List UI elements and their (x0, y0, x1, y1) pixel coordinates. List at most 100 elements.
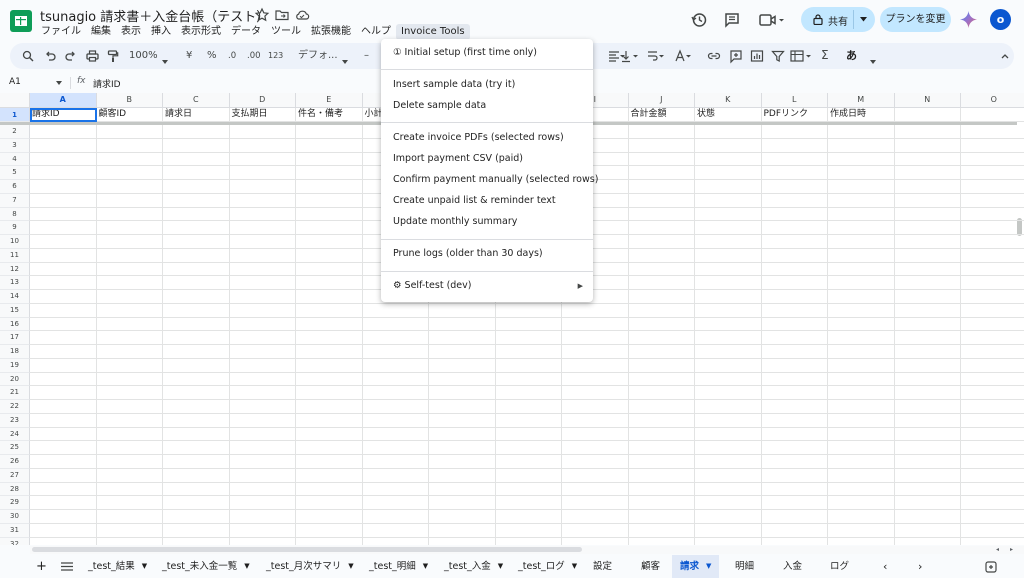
menu-edit[interactable]: 編集 (86, 24, 116, 40)
cell-a18[interactable] (30, 345, 97, 359)
cell-m10[interactable] (828, 235, 895, 249)
cell-d13[interactable] (229, 276, 296, 290)
comments-icon[interactable] (723, 11, 741, 29)
cell-g19[interactable] (429, 358, 496, 373)
cell-i26[interactable] (562, 455, 629, 469)
all-sheets-icon[interactable] (61, 562, 73, 571)
cell-j10[interactable] (628, 235, 695, 249)
cell-d32[interactable] (230, 537, 296, 545)
scroll-tabs-right-icon[interactable]: › (918, 555, 922, 578)
name-box[interactable]: A1 (9, 77, 21, 87)
cell-b13[interactable] (96, 276, 163, 290)
paint-format-icon[interactable] (107, 48, 119, 64)
cell-o8[interactable] (961, 208, 1024, 222)
cell-g22[interactable] (429, 400, 496, 414)
cell-d22[interactable] (229, 400, 296, 414)
cell-b32[interactable] (97, 537, 163, 545)
cell-b19[interactable] (96, 358, 163, 373)
sheet-tab[interactable]: 設定 (593, 555, 612, 578)
cell-l7[interactable] (761, 193, 828, 208)
cell-g23[interactable] (429, 413, 496, 428)
cell-j19[interactable] (628, 358, 695, 373)
cell-b11[interactable] (96, 248, 163, 263)
cell-d12[interactable] (229, 262, 296, 277)
cell-c8[interactable] (163, 207, 230, 222)
cell-k12[interactable] (695, 262, 762, 277)
cell-e3[interactable] (296, 138, 363, 153)
cell-n22[interactable] (894, 400, 961, 414)
cell-a26[interactable] (30, 455, 97, 469)
cell-g16[interactable] (429, 317, 496, 332)
cell-l11[interactable] (761, 248, 828, 263)
cell-m12[interactable] (828, 262, 895, 277)
cell-d25[interactable] (229, 441, 296, 455)
cell-n29[interactable] (894, 496, 961, 510)
cell-o14[interactable] (961, 290, 1024, 304)
cell-k15[interactable] (695, 303, 762, 318)
cell-n3[interactable] (894, 138, 961, 153)
cell-a24[interactable] (30, 427, 97, 442)
cell-b14[interactable] (96, 290, 163, 304)
row-header[interactable]: 29 (0, 496, 30, 510)
cell-o10[interactable] (961, 235, 1024, 249)
sheet-tab-menu-icon[interactable]: ▼ (572, 555, 577, 578)
cell-c20[interactable] (163, 372, 230, 387)
share-button[interactable]: 共有 (801, 7, 875, 32)
cell-m6[interactable] (828, 180, 895, 194)
cell-m27[interactable] (828, 468, 895, 483)
cell-m5[interactable] (828, 166, 895, 180)
cell-o25[interactable] (961, 441, 1024, 455)
cell-c22[interactable] (163, 400, 230, 414)
cell-e24[interactable] (296, 427, 363, 442)
row-header[interactable]: 24 (0, 427, 30, 442)
filter-views-icon[interactable] (790, 48, 812, 64)
sheet-tab[interactable]: _test_明細 ▼ (369, 555, 428, 578)
cell-d7[interactable] (229, 193, 296, 208)
cell-e2[interactable] (296, 125, 363, 139)
insert-chart-icon[interactable] (750, 48, 764, 64)
cell-h22[interactable] (495, 400, 562, 414)
cell-f30[interactable] (362, 510, 429, 524)
cell-a13[interactable] (30, 276, 97, 290)
cell-o9[interactable] (961, 221, 1024, 235)
cell-a14[interactable] (30, 290, 97, 304)
cell-a7[interactable] (30, 193, 97, 208)
cell-d27[interactable] (229, 468, 296, 483)
cell-e23[interactable] (296, 413, 363, 428)
cell-k30[interactable] (695, 510, 762, 524)
increase-decimal-button[interactable]: .00 (247, 48, 261, 64)
cell-e13[interactable] (296, 276, 363, 290)
cell-i27[interactable] (562, 468, 629, 483)
sheet-tab-menu-icon[interactable]: ▼ (423, 555, 428, 578)
cell-e30[interactable] (296, 510, 363, 524)
cell-m1[interactable]: 作成日時 (828, 108, 895, 122)
cell-n25[interactable] (894, 441, 961, 455)
functions-icon[interactable]: Σ (821, 48, 829, 64)
cell-l20[interactable] (761, 372, 828, 387)
cell-m23[interactable] (828, 413, 895, 428)
cell-h19[interactable] (495, 358, 562, 373)
cell-i24[interactable] (562, 427, 629, 442)
cell-m29[interactable] (828, 496, 895, 510)
cell-a9[interactable] (30, 221, 97, 235)
cell-l8[interactable] (761, 207, 828, 222)
cell-i19[interactable] (562, 358, 629, 373)
row-header[interactable]: 6 (0, 180, 30, 194)
cell-j25[interactable] (628, 441, 695, 455)
cell-d15[interactable] (229, 303, 296, 318)
column-header-o[interactable]: O (961, 93, 1024, 108)
cell-n17[interactable] (894, 331, 961, 345)
cell-j8[interactable] (628, 207, 695, 222)
cell-a23[interactable] (30, 413, 97, 428)
cell-m4[interactable] (828, 152, 895, 167)
cell-l2[interactable] (761, 125, 828, 139)
row-header[interactable]: 23 (0, 413, 30, 428)
cell-a8[interactable] (30, 207, 97, 222)
cell-j29[interactable] (628, 496, 695, 510)
cell-a17[interactable] (30, 331, 97, 345)
input-tools-button[interactable]: あ (846, 48, 857, 64)
cell-b22[interactable] (96, 400, 163, 414)
row-header[interactable]: 30 (0, 510, 30, 524)
cell-c15[interactable] (163, 303, 230, 318)
percent-format-button[interactable]: % (207, 48, 217, 64)
